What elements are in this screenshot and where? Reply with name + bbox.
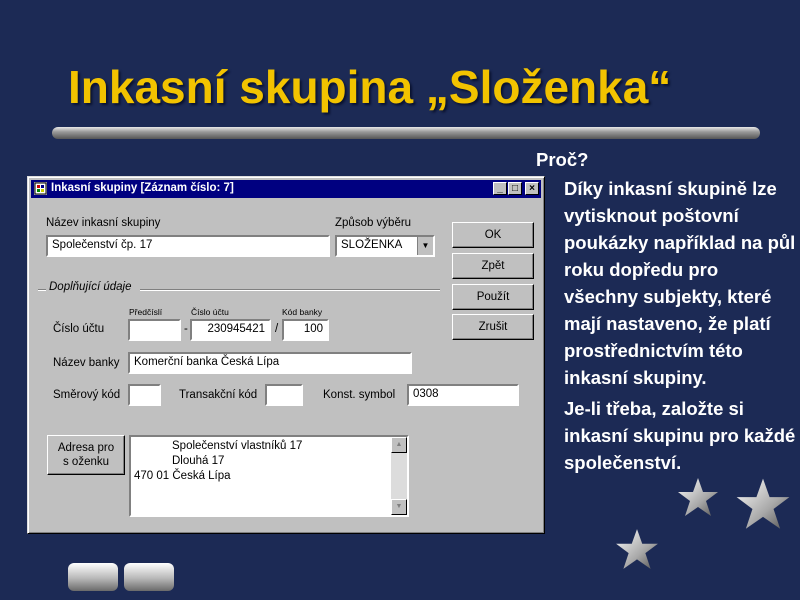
transaction-label: Transakční kód	[179, 389, 258, 401]
title-underline-bar	[52, 127, 760, 139]
question-heading: Proč?	[536, 149, 589, 170]
scroll-down-icon[interactable]: ▼	[391, 499, 407, 515]
address-button-line-1: Adresa pro	[57, 442, 115, 454]
account-dash: -	[184, 323, 188, 335]
address-line-1: Společenství vlastníků 17	[172, 440, 303, 452]
maximize-button[interactable]: □	[508, 182, 522, 195]
explanation-text: Proč? Díky inkasní skupině lze vytisknou…	[536, 146, 796, 480]
scroll-up-icon[interactable]: ▲	[391, 437, 407, 453]
ok-button[interactable]: OK	[452, 222, 534, 248]
star-decoration-icon	[616, 529, 658, 569]
prefix-label: Předčíslí	[129, 307, 163, 317]
group-divider-left	[38, 289, 46, 291]
routing-input[interactable]	[128, 384, 161, 406]
account-label: Číslo účtu	[53, 323, 105, 335]
back-button[interactable]: Zpět	[452, 253, 534, 279]
cancel-button[interactable]: Zrušit	[452, 314, 534, 340]
address-line-3: 470 01 Česká Lípa	[134, 470, 231, 482]
address-button[interactable]: Adresa pro s oženku	[47, 435, 125, 475]
nav-previous-button[interactable]	[68, 563, 118, 591]
account-number-input[interactable]: 230945421	[190, 319, 271, 341]
address-button-line-2: s oženku	[62, 456, 110, 468]
bank-name-input[interactable]: Komerční banka Česká Lípa	[128, 352, 412, 374]
bank-name-label: Název banky	[53, 357, 120, 369]
nav-next-button[interactable]	[124, 563, 174, 591]
minimize-button[interactable]: _	[493, 182, 507, 195]
name-label: Název inkasní skupiny	[46, 217, 161, 229]
method-select[interactable]: SLOŽENKA ▼	[335, 235, 435, 257]
const-symbol-label: Konst. symbol	[323, 389, 396, 401]
bank-code-input[interactable]: 100	[282, 319, 329, 341]
app-icon	[34, 182, 47, 195]
slide-title: Inkasní skupina „Složenka“	[68, 61, 672, 113]
apply-button[interactable]: Použít	[452, 284, 534, 310]
address-scrollbar[interactable]: ▲ ▼	[391, 437, 407, 515]
name-input[interactable]: Společenství čp. 17	[46, 235, 330, 257]
method-value: SLOŽENKA	[341, 239, 403, 251]
routing-label: Směrový kód	[53, 389, 121, 401]
transaction-input[interactable]	[265, 384, 303, 406]
paragraph-2: Je-li třeba, založte si inkasní skupinu …	[564, 398, 796, 473]
dialog-title: Inkasní skupiny [Záznam číslo: 7]	[51, 182, 234, 194]
star-decoration-icon	[678, 478, 718, 516]
prefix-input[interactable]	[128, 319, 181, 341]
dialog-titlebar[interactable]: Inkasní skupiny [Záznam číslo: 7] _ □ ×	[31, 180, 541, 198]
method-label: Způsob výběru	[335, 217, 412, 229]
group-label: Doplňující údaje	[49, 281, 132, 293]
bank-code-label: Kód banky	[282, 307, 323, 317]
const-symbol-input[interactable]: 0308	[407, 384, 519, 406]
account-slash: /	[275, 323, 279, 335]
close-button[interactable]: ×	[525, 182, 539, 195]
number-label: Číslo účtu	[191, 307, 229, 317]
address-textarea[interactable]: Společenství vlastníků 17 Dlouhá 17 470 …	[129, 435, 409, 517]
address-line-2: Dlouhá 17	[172, 455, 225, 467]
paragraph-1: Díky inkasní skupině lze vytisknout pošt…	[564, 178, 796, 388]
chevron-down-icon[interactable]: ▼	[417, 237, 433, 255]
group-divider	[140, 289, 440, 291]
star-decoration-icon	[736, 478, 790, 529]
inkasni-skupiny-dialog: Inkasní skupiny [Záznam číslo: 7] _ □ × …	[27, 176, 545, 534]
